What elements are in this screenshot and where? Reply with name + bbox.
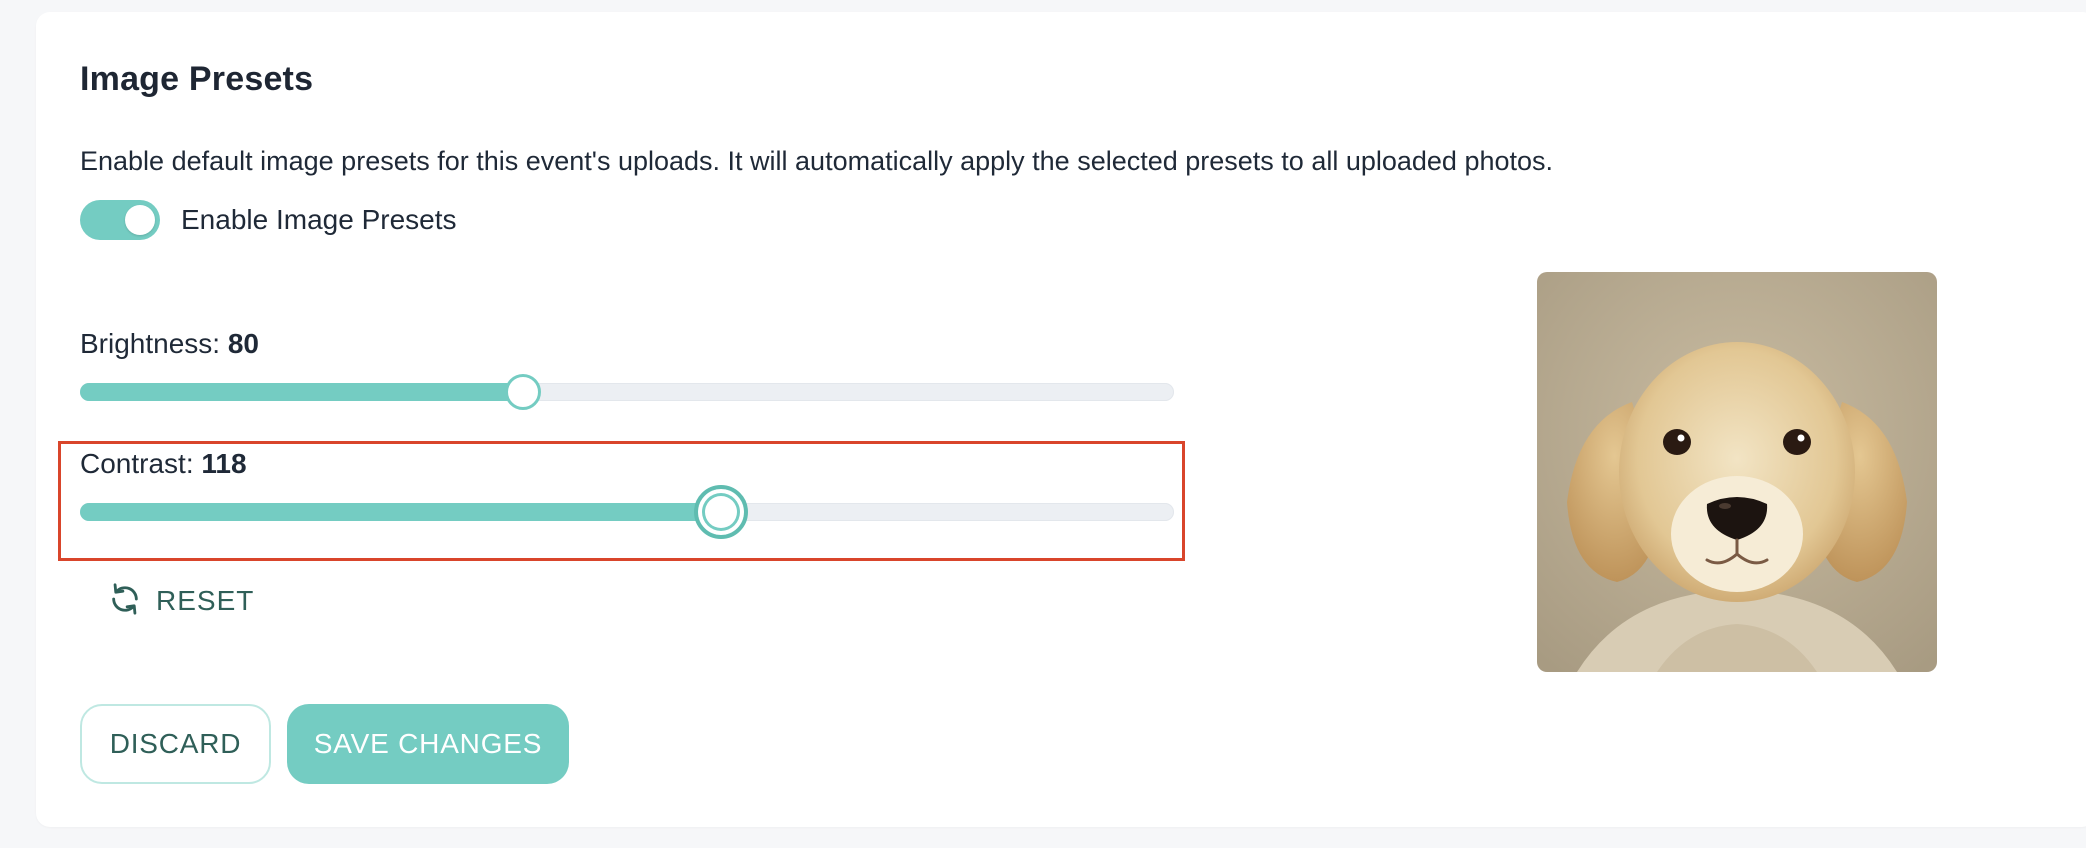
contrast-label: Contrast: 118 <box>80 448 247 480</box>
contrast-fill <box>80 503 722 521</box>
puppy-illustration <box>1537 272 1937 672</box>
contrast-value: 118 <box>201 448 247 479</box>
brightness-thumb[interactable] <box>505 374 542 410</box>
contrast-label-text: Contrast: <box>80 448 202 479</box>
brightness-value: 80 <box>227 328 260 359</box>
preview-image <box>1537 272 1937 672</box>
brightness-fill <box>80 383 524 401</box>
enable-presets-toggle[interactable] <box>80 200 160 240</box>
contrast-thumb[interactable] <box>694 485 749 539</box>
brightness-slider[interactable] <box>80 374 1174 410</box>
brightness-label-text: Brightness: <box>80 328 228 359</box>
reset-button[interactable]: RESET <box>108 580 254 622</box>
enable-presets-row: Enable Image Presets <box>80 200 457 240</box>
toggle-knob <box>125 205 155 235</box>
discard-button[interactable]: DISCARD <box>80 704 271 784</box>
presets-description: Enable default image presets for this ev… <box>80 146 1554 176</box>
save-changes-button[interactable]: SAVE CHANGES <box>287 704 569 784</box>
contrast-slider[interactable] <box>80 485 1174 539</box>
reset-label: RESET <box>156 585 255 616</box>
enable-presets-label: Enable Image Presets <box>181 204 457 235</box>
brightness-label: Brightness: 80 <box>80 328 259 360</box>
refresh-icon <box>108 582 142 621</box>
page-title: Image Presets <box>80 60 314 98</box>
